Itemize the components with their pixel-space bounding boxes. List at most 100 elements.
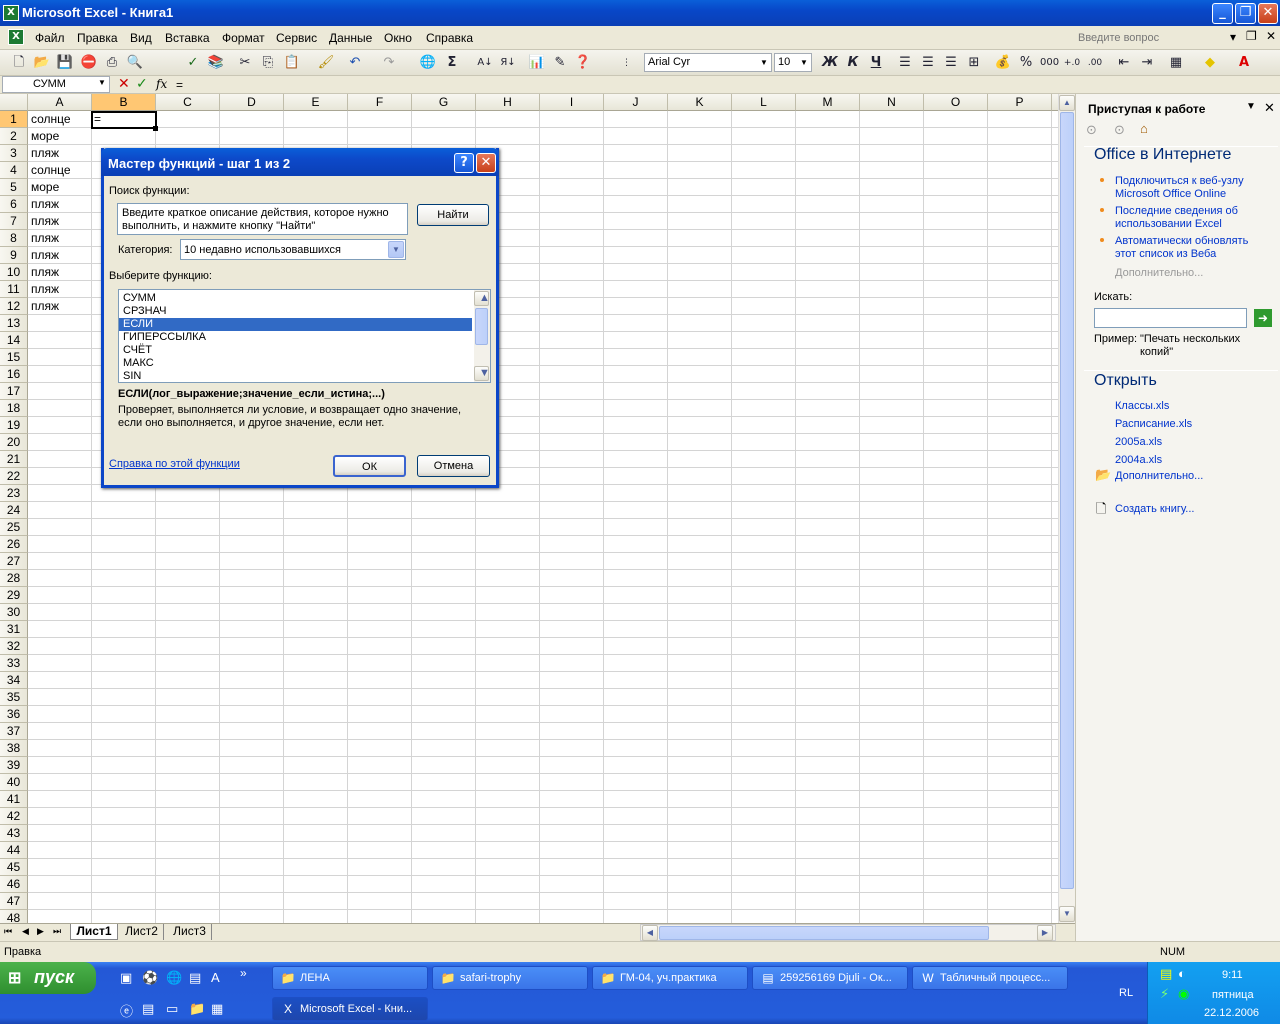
row-header-47[interactable]: 47 (0, 893, 28, 910)
print-icon[interactable]: ⎙ (103, 54, 121, 72)
row-header-3[interactable]: 3 (0, 145, 28, 162)
ask-question-input[interactable]: Введите вопрос (1078, 30, 1218, 48)
menu-help[interactable]: Справка (426, 31, 473, 45)
tray-sound-icon[interactable]: ◐ (1178, 966, 1186, 981)
open-icon[interactable]: 📂 (33, 54, 51, 72)
redo-icon[interactable]: ↷ (380, 54, 398, 72)
column-header-j[interactable]: J (604, 94, 668, 111)
list-item[interactable]: СУММ (119, 292, 472, 305)
quick-launch-a-icon[interactable]: A (211, 970, 220, 985)
scroll-down-icon[interactable]: ▼ (1059, 906, 1075, 922)
row-header-36[interactable]: 36 (0, 706, 28, 723)
undo-icon[interactable]: ↶ (346, 54, 364, 72)
start-button[interactable]: ⊞ пуск (0, 962, 96, 994)
row-header-15[interactable]: 15 (0, 349, 28, 366)
increase-decimal-icon[interactable]: +.0 (1063, 54, 1081, 72)
menu-view[interactable]: Вид (130, 31, 152, 45)
cell-a2[interactable]: море (29, 128, 91, 144)
active-cell-b1[interactable]: = (91, 111, 157, 129)
hscroll-thumb[interactable] (659, 926, 989, 940)
row-header-6[interactable]: 6 (0, 196, 28, 213)
excel-app-icon[interactable]: X (3, 5, 19, 21)
recent-file-1[interactable]: Классы.xls (1115, 400, 1169, 413)
row-header-5[interactable]: 5 (0, 179, 28, 196)
row-header-29[interactable]: 29 (0, 587, 28, 604)
chevron-down-icon[interactable]: ▼ (1246, 101, 1256, 112)
more-link[interactable]: Дополнительно... (1115, 267, 1203, 280)
row-header-48[interactable]: 48 (0, 910, 28, 923)
row-header-43[interactable]: 43 (0, 825, 28, 842)
save-icon[interactable]: 💾 (56, 54, 74, 72)
row-header-30[interactable]: 30 (0, 604, 28, 621)
help-question-icon[interactable]: ? (454, 153, 474, 173)
forward-icon[interactable]: ⊙ (1114, 122, 1125, 138)
row-header-34[interactable]: 34 (0, 672, 28, 689)
formula-input[interactable]: = (176, 78, 183, 92)
row-header-26[interactable]: 26 (0, 536, 28, 553)
row-header-37[interactable]: 37 (0, 723, 28, 740)
more-files-link[interactable]: Дополнительно... (1115, 470, 1203, 483)
chevron-down-icon[interactable]: ▼ (388, 241, 404, 258)
scroll-up-icon[interactable]: ▲ (1059, 95, 1075, 111)
fill-handle[interactable] (153, 126, 158, 131)
row-header-11[interactable]: 11 (0, 281, 28, 298)
font-name-combo[interactable]: Arial Cyr ▼ (644, 53, 772, 72)
quick-launch-ie-icon[interactable]: ⓔ (120, 1001, 133, 1020)
borders-icon[interactable]: ▦ (1167, 54, 1185, 72)
column-header-f[interactable]: F (348, 94, 412, 111)
help-link[interactable]: Справка по этой функции (109, 458, 240, 470)
scroll-left-icon[interactable]: ◀ (642, 925, 658, 941)
link-office-online[interactable]: Подключиться к веб-узлу Microsoft Office… (1115, 175, 1265, 201)
cancel-button[interactable]: Отмена (417, 455, 490, 477)
column-header-g[interactable]: G (412, 94, 476, 111)
function-list[interactable]: СУММ СРЗНАЧ ЕСЛИ ГИПЕРССЫЛКА СЧЁТ МАКС S… (118, 289, 491, 383)
row-header-4[interactable]: 4 (0, 162, 28, 179)
row-header-23[interactable]: 23 (0, 485, 28, 502)
row-header-2[interactable]: 2 (0, 128, 28, 145)
row-header-14[interactable]: 14 (0, 332, 28, 349)
row-header-33[interactable]: 33 (0, 655, 28, 672)
list-item[interactable]: МАКС (119, 357, 472, 370)
column-header-k[interactable]: K (668, 94, 732, 111)
tray-status-icon[interactable]: ◉ (1178, 986, 1189, 1002)
enter-icon[interactable]: ✓ (136, 76, 148, 92)
link-auto-update[interactable]: Автоматически обновлять этот список из В… (1115, 235, 1265, 261)
function-search-input[interactable]: Введите краткое описание действия, котор… (117, 203, 408, 235)
row-header-13[interactable]: 13 (0, 315, 28, 332)
list-item[interactable]: ГИПЕРССЫЛКА (119, 331, 472, 344)
fill-color-icon[interactable]: ◆ (1201, 54, 1219, 72)
row-header-38[interactable]: 38 (0, 740, 28, 757)
close-button[interactable]: ✕ (1258, 3, 1278, 24)
column-header-c[interactable]: C (156, 94, 220, 111)
go-arrow-icon[interactable]: ➜ (1254, 309, 1272, 327)
task-safari[interactable]: 📁 safari-trophy (432, 966, 588, 990)
row-header-8[interactable]: 8 (0, 230, 28, 247)
home-icon[interactable]: ⌂ (1140, 121, 1148, 136)
chevron-down-icon[interactable]: ▼ (758, 54, 770, 71)
row-header-9[interactable]: 9 (0, 247, 28, 264)
cell-a3[interactable]: пляж (29, 145, 91, 161)
format-painter-icon[interactable]: 🖌 (317, 54, 335, 72)
quick-launch-folder-icon[interactable]: 📁 (189, 1001, 205, 1017)
sort-ascending-icon[interactable]: A↓ (476, 54, 494, 72)
vertical-scrollbar[interactable]: ▲ ▼ (1058, 94, 1075, 923)
align-left-icon[interactable]: ☰ (896, 54, 914, 72)
copy-icon[interactable]: ⎘ (259, 54, 277, 72)
quick-launch-window-icon[interactable]: ▭ (166, 1001, 178, 1017)
column-header-o[interactable]: O (924, 94, 988, 111)
font-color-icon[interactable]: A (1235, 54, 1253, 72)
minimize-button[interactable]: _ (1212, 3, 1233, 24)
increase-indent-icon[interactable]: ⇥ (1138, 54, 1156, 72)
thousands-button[interactable]: 000 (1040, 54, 1059, 72)
chart-wizard-icon[interactable]: 📊 (528, 54, 546, 72)
menu-insert[interactable]: Вставка (165, 31, 210, 45)
list-item[interactable]: SIN (119, 370, 472, 383)
decrease-decimal-icon[interactable]: .00 (1086, 54, 1104, 72)
cell-a7[interactable]: пляж (29, 213, 91, 229)
last-sheet-icon[interactable]: ⏭ (53, 926, 61, 937)
row-header-28[interactable]: 28 (0, 570, 28, 587)
close-icon[interactable]: ✕ (1264, 100, 1275, 116)
task-gm04[interactable]: 📁 ГМ-04, уч.практика (592, 966, 748, 990)
bold-button[interactable]: Ж (821, 54, 839, 72)
chevron-down-icon[interactable]: ▼ (98, 78, 106, 87)
